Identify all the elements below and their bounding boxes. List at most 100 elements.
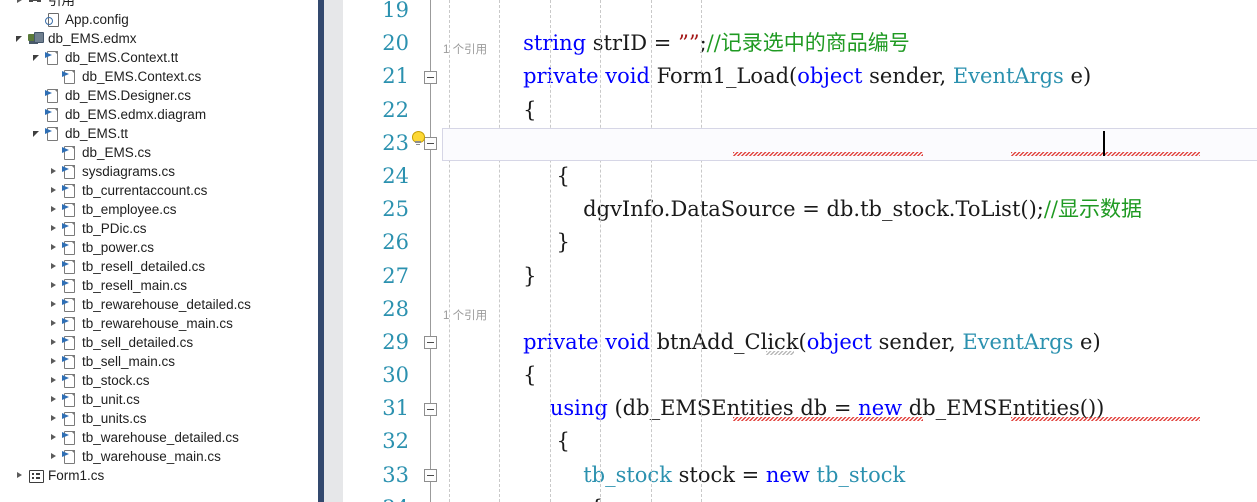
chevron-right-icon[interactable] xyxy=(48,390,61,409)
fold-toggle-line-33[interactable] xyxy=(424,468,437,482)
chevron-right-icon[interactable] xyxy=(48,333,61,352)
text-caret xyxy=(1103,130,1105,156)
indent-guide xyxy=(549,0,551,502)
tree-item-tb-warehouse-main-cs[interactable]: tb_warehouse_main.cs xyxy=(0,447,318,466)
chevron-down-icon[interactable] xyxy=(14,29,27,48)
tree-item-tb-rewarehouse-main-cs[interactable]: tb_rewarehouse_main.cs xyxy=(0,314,318,333)
code-line[interactable]: 32 { xyxy=(343,425,1257,458)
fold-toggle-line-31[interactable] xyxy=(424,402,437,416)
code-text[interactable]: { xyxy=(443,492,603,502)
code-token: object xyxy=(797,64,863,89)
tree-item-label: tb_warehouse_detailed.cs xyxy=(82,430,239,445)
cs-file-icon xyxy=(44,125,61,142)
code-text[interactable]: string strID = ””;//记录选中的商品编号 xyxy=(443,27,910,60)
code-text[interactable]: { xyxy=(443,94,536,127)
chevron-right-icon[interactable] xyxy=(48,181,61,200)
tree-item-tb-resell-detailed-cs[interactable]: tb_resell_detailed.cs xyxy=(0,257,318,276)
code-line[interactable]: 25 dgvInfo.DataSource = db.tb_stock.ToLi… xyxy=(343,193,1257,226)
tree-item-db-ems-designer-cs[interactable]: db_EMS.Designer.cs xyxy=(0,86,318,105)
tree-item-label: db_EMS.tt xyxy=(65,126,129,141)
code-text[interactable]: { xyxy=(443,359,536,392)
tree-item-tb-rewarehouse-detailed-cs[interactable]: tb_rewarehouse_detailed.cs xyxy=(0,295,318,314)
tree-item-sysdiagrams-cs[interactable]: sysdiagrams.cs xyxy=(0,162,318,181)
tree-item-app-config[interactable]: App.config xyxy=(0,10,318,29)
chevron-right-icon[interactable] xyxy=(48,276,61,295)
chevron-right-icon[interactable] xyxy=(48,238,61,257)
tree-item-db-ems-edmx[interactable]: db_EMS.edmx xyxy=(0,29,318,48)
tree-item-tb-power-cs[interactable]: tb_power.cs xyxy=(0,238,318,257)
error-squiggle xyxy=(1010,417,1201,422)
chevron-down-icon[interactable] xyxy=(31,48,44,67)
tree-item-label: sysdiagrams.cs xyxy=(82,164,176,179)
line-number: 19 xyxy=(382,0,409,22)
code-line[interactable]: 26 } xyxy=(343,226,1257,259)
fold-toggle-line-21[interactable] xyxy=(424,70,437,84)
code-line[interactable]: 21 private void Form1_Load(object sender… xyxy=(343,60,1257,93)
tree-item-tb-unit-cs[interactable]: tb_unit.cs xyxy=(0,390,318,409)
tree-item-tb-sell-detailed-cs[interactable]: tb_sell_detailed.cs xyxy=(0,333,318,352)
chevron-right-icon[interactable] xyxy=(48,219,61,238)
code-line[interactable]: 24 { xyxy=(343,160,1257,193)
code-line[interactable]: 27 } xyxy=(343,260,1257,293)
chevron-down-icon[interactable] xyxy=(31,124,44,143)
code-token: new xyxy=(765,462,810,487)
solution-tree[interactable]: 引用 App.config db_EMS.edmx db_EMS.Context.tt… xyxy=(0,0,318,485)
tree-item-label: tb_units.cs xyxy=(82,411,147,426)
tree-item-tb-stock-cs[interactable]: tb_stock.cs xyxy=(0,371,318,390)
tree-item-db-ems-context-cs[interactable]: db_EMS.Context.cs xyxy=(0,67,318,86)
chevron-right-icon[interactable] xyxy=(48,428,61,447)
tree-item-label: tb_employee.cs xyxy=(82,202,177,217)
code-text[interactable]: } xyxy=(443,260,536,293)
code-token: string xyxy=(523,31,587,56)
tree-item-db-ems-context-tt[interactable]: db_EMS.Context.tt xyxy=(0,48,318,67)
code-text[interactable]: dgvInfo.DataSource = db.tb_stock.ToList(… xyxy=(443,193,1142,226)
line-number: 23 xyxy=(382,130,409,155)
code-token: EventArgs xyxy=(952,64,1064,89)
code-line[interactable]: 22 { xyxy=(343,94,1257,127)
code-line[interactable]: 30 { xyxy=(343,359,1257,392)
chevron-right-icon[interactable] xyxy=(48,447,61,466)
tree-item-tb-warehouse-detailed-cs[interactable]: tb_warehouse_detailed.cs xyxy=(0,428,318,447)
tree-item-db-ems-edmx-diagram[interactable]: db_EMS.edmx.diagram xyxy=(0,105,318,124)
code-line[interactable]: 33 tb_stock stock = new tb_stock xyxy=(343,459,1257,492)
tree-item-label: db_EMS.Designer.cs xyxy=(65,88,192,103)
tree-item-db-ems-cs[interactable]: db_EMS.cs xyxy=(0,143,318,162)
fold-toggle-line-29[interactable] xyxy=(424,336,437,350)
tree-item--[interactable]: 引用 xyxy=(0,0,318,10)
tree-item-tb-units-cs[interactable]: tb_units.cs xyxy=(0,409,318,428)
chevron-right-icon[interactable] xyxy=(48,352,61,371)
code-token: object xyxy=(806,329,872,354)
tree-item-tb-pdic-cs[interactable]: tb_PDic.cs xyxy=(0,219,318,238)
code-text[interactable]: private void Form1_Load(object sender, E… xyxy=(443,60,1091,93)
tree-item-label: db_EMS.edmx.diagram xyxy=(65,107,207,122)
tree-item-tb-currentaccount-cs[interactable]: tb_currentaccount.cs xyxy=(0,181,318,200)
chevron-right-icon[interactable] xyxy=(48,295,61,314)
code-lines-container[interactable]: 19 20 string strID = ””;//记录选中的商品编号 21 pri… xyxy=(343,0,1257,502)
tree-item-db-ems-tt[interactable]: db_EMS.tt xyxy=(0,124,318,143)
chevron-right-icon[interactable] xyxy=(14,0,27,10)
code-line[interactable]: 29 private void btnAdd_Click(object send… xyxy=(343,326,1257,359)
code-text[interactable]: tb_stock stock = new tb_stock xyxy=(443,459,905,492)
tree-item-tb-employee-cs[interactable]: tb_employee.cs xyxy=(0,200,318,219)
code-token: tb_stock xyxy=(816,462,906,487)
solution-explorer-panel[interactable]: 引用 App.config db_EMS.edmx db_EMS.Context.tt… xyxy=(0,0,318,502)
tree-item-tb-resell-main-cs[interactable]: tb_resell_main.cs xyxy=(0,276,318,295)
chevron-right-icon[interactable] xyxy=(48,409,61,428)
code-token: sender, xyxy=(871,329,963,354)
chevron-right-icon[interactable] xyxy=(48,200,61,219)
chevron-right-icon[interactable] xyxy=(48,314,61,333)
chevron-right-icon[interactable] xyxy=(48,371,61,390)
chevron-right-icon[interactable] xyxy=(48,162,61,181)
code-line[interactable]: 19 xyxy=(343,0,1257,27)
tree-item-form1-cs[interactable]: Form1.cs xyxy=(0,466,318,485)
chevron-right-icon[interactable] xyxy=(14,466,27,485)
tree-item-tb-sell-main-cs[interactable]: tb_sell_main.cs xyxy=(0,352,318,371)
cs-file-icon xyxy=(61,391,78,408)
lightbulb-icon[interactable] xyxy=(411,130,425,146)
code-editor-pane[interactable]: 19 20 string strID = ””;//记录选中的商品编号 21 pri… xyxy=(343,0,1257,502)
chevron-right-icon[interactable] xyxy=(48,257,61,276)
form-icon xyxy=(27,467,44,484)
fold-toggle-line-23[interactable] xyxy=(424,136,437,150)
code-line[interactable]: 34 { xyxy=(343,492,1257,502)
